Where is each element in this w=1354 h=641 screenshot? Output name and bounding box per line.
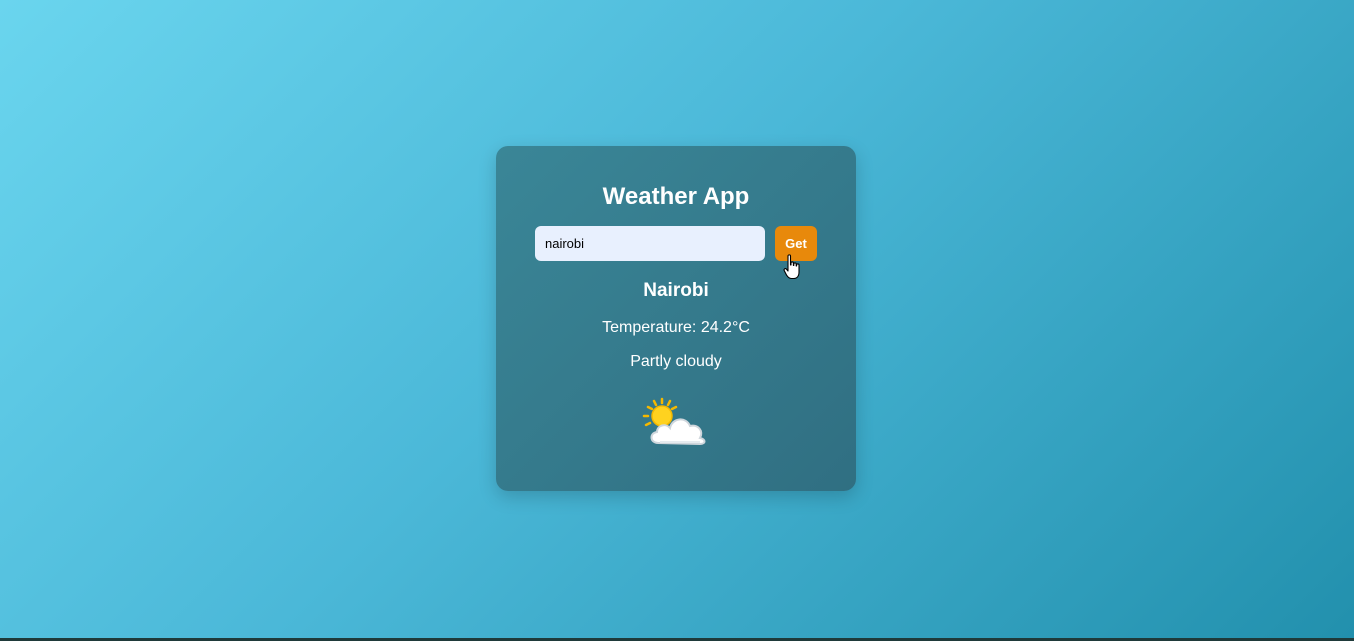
partly-cloudy-icon — [642, 397, 706, 446]
city-search-input[interactable] — [535, 226, 765, 261]
weather-card: Weather App Get Nairobi Temperature: 24.… — [496, 146, 856, 491]
get-weather-button[interactable]: Get — [775, 226, 817, 261]
app-title: Weather App — [602, 183, 750, 210]
temperature-value: 24.2°C — [700, 319, 750, 336]
weather-condition: Partly cloudy — [630, 353, 722, 370]
city-name: Nairobi — [643, 280, 709, 301]
search-row: Get — [535, 226, 817, 261]
temperature-label: Temperature: — [602, 319, 697, 336]
temperature-row: Temperature: 24.2°C — [496, 318, 856, 338]
